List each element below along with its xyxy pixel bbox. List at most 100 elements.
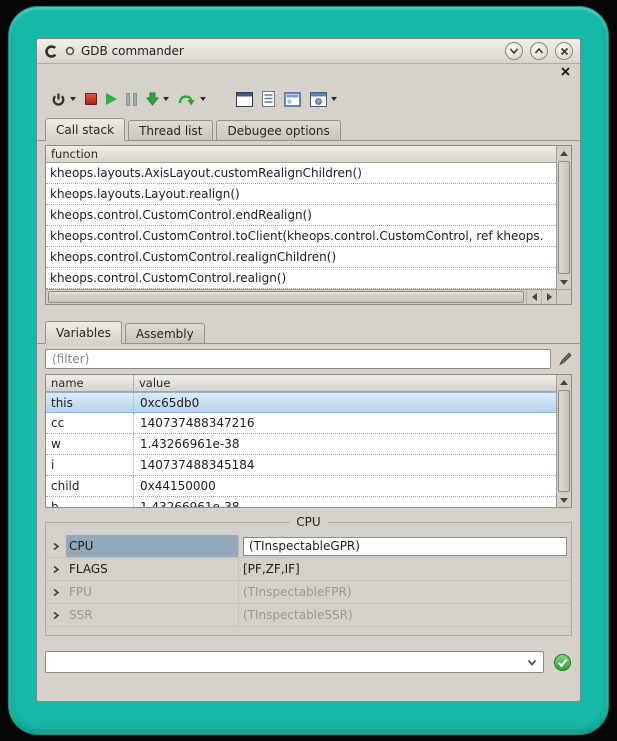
close-button[interactable] <box>555 42 573 60</box>
callstack-row[interactable]: kheops.control.CustomControl.realignChil… <box>46 247 556 268</box>
expander-icon[interactable] <box>46 535 66 557</box>
variable-row[interactable]: b 1.43266961e-38 <box>46 497 556 507</box>
step-over-button[interactable] <box>178 88 206 110</box>
variable-name: this <box>46 393 134 412</box>
expander-icon[interactable] <box>46 558 66 580</box>
combo-dropdown-button[interactable] <box>521 652 543 672</box>
scroll-thumb[interactable] <box>558 390 570 492</box>
variable-row[interactable]: child 0x44150000 <box>46 476 556 497</box>
callstack-row[interactable]: kheops.control.CustomControl.realign() <box>46 268 556 289</box>
curved-arrow-icon <box>178 92 196 107</box>
register-group-value: (TInspectableFPR) <box>238 581 571 603</box>
register-value-edit[interactable]: (TInspectableGPR) <box>243 537 567 556</box>
register-group-name[interactable]: FLAGS <box>66 558 238 580</box>
variable-value: 1.43266961e-38 <box>134 434 556 454</box>
variable-name: b <box>46 497 134 507</box>
callstack-row[interactable]: kheops.layouts.Layout.realign() <box>46 184 556 205</box>
dropdown-caret-icon[interactable] <box>331 97 337 101</box>
cpu-register-row[interactable]: SSR (TInspectableSSR) <box>46 604 571 627</box>
filter-input[interactable] <box>45 349 551 369</box>
callstack-row[interactable]: kheops.layouts.AxisLayout.customRealignC… <box>46 163 556 184</box>
scroll-left-button[interactable] <box>526 290 541 304</box>
variable-row[interactable]: i 140737488345184 <box>46 455 556 476</box>
tab-assembly[interactable]: Assembly <box>125 323 205 343</box>
tab-call-stack[interactable]: Call stack <box>45 118 125 141</box>
column-header-value: value <box>134 375 175 391</box>
register-group-name[interactable]: SSR <box>66 604 238 626</box>
command-combobox[interactable] <box>45 651 544 673</box>
scroll-up-button[interactable] <box>557 146 571 160</box>
stop-button[interactable] <box>85 88 97 110</box>
scroll-thumb[interactable] <box>558 161 570 274</box>
close-icon <box>561 67 570 76</box>
ok-button[interactable] <box>553 653 572 672</box>
scroll-right-button[interactable] <box>541 290 556 304</box>
arrow-up-icon <box>560 380 568 385</box>
expander-icon[interactable] <box>46 604 66 626</box>
step-button[interactable] <box>146 88 169 110</box>
chevron-down-icon <box>509 47 519 55</box>
blue-window-icon <box>284 92 301 107</box>
play-icon <box>106 93 117 105</box>
tab-thread-list[interactable]: Thread list <box>128 120 213 140</box>
register-group-name[interactable]: CPU <box>66 535 238 557</box>
debug-widget-button[interactable] <box>284 88 301 110</box>
titlebar-buttons <box>505 42 573 60</box>
variable-value: 0x44150000 <box>134 476 556 496</box>
scroll-down-button[interactable] <box>557 275 571 289</box>
vertical-scrollbar[interactable] <box>556 375 571 507</box>
tab-variables[interactable]: Variables <box>45 321 122 344</box>
frame-viewer-button[interactable] <box>236 88 253 110</box>
scroll-down-button[interactable] <box>557 493 571 507</box>
command-input[interactable] <box>46 655 521 669</box>
process-options-button[interactable] <box>310 88 337 110</box>
cpu-register-row[interactable]: FLAGS [PF,ZF,IF] <box>46 558 571 581</box>
panel-close-button[interactable] <box>559 65 571 77</box>
variable-row[interactable]: this 0xc65db0 <box>46 392 556 413</box>
clear-filter-button[interactable] <box>558 352 572 366</box>
pen-icon <box>558 352 572 366</box>
expander-icon[interactable] <box>46 581 66 603</box>
cpu-register-row[interactable]: FPU (TInspectableFPR) <box>46 581 571 604</box>
dropdown-caret-icon[interactable] <box>70 97 76 101</box>
window-gear-icon <box>310 92 327 107</box>
register-group-value: [PF,ZF,IF] <box>238 558 571 580</box>
pause-button[interactable] <box>126 88 137 110</box>
variable-row[interactable]: w 1.43266961e-38 <box>46 434 556 455</box>
arrow-down-icon <box>560 280 568 285</box>
shade-button[interactable] <box>505 42 523 60</box>
cpu-register-row[interactable]: CPU (TInspectableGPR) <box>46 535 571 558</box>
window-icon <box>236 92 253 107</box>
unshade-button[interactable] <box>530 42 548 60</box>
command-bar <box>45 651 572 673</box>
window-title: GDB commander <box>81 44 184 58</box>
callstack-grid: function kheops.layouts.AxisLayout.custo… <box>45 145 572 305</box>
scrollbar-corner <box>556 289 571 304</box>
dropdown-caret-icon[interactable] <box>163 97 169 101</box>
horizontal-scrollbar[interactable] <box>46 289 556 304</box>
pause-icon <box>126 93 137 106</box>
variable-name: i <box>46 455 134 475</box>
scroll-thumb[interactable] <box>48 291 524 303</box>
vertical-scrollbar[interactable] <box>556 146 571 289</box>
titlebar[interactable]: GDB commander <box>37 39 580 64</box>
callstack-header: function <box>46 146 556 163</box>
variable-value: 1.43266961e-38 <box>134 497 556 507</box>
output-list-button[interactable] <box>262 88 275 110</box>
register-group-name[interactable]: FPU <box>66 581 238 603</box>
column-header-name: name <box>46 375 134 391</box>
column-header-function: function <box>46 146 103 162</box>
chevron-down-icon <box>527 659 537 666</box>
register-group-value: (TInspectableSSR) <box>238 604 571 626</box>
callstack-row[interactable]: kheops.control.CustomControl.endRealign(… <box>46 205 556 226</box>
tab-debugee-options[interactable]: Debugee options <box>216 120 340 140</box>
callstack-row[interactable]: kheops.control.CustomControl.toClient(kh… <box>46 226 556 247</box>
power-button[interactable] <box>51 88 76 110</box>
dock-strip <box>37 64 580 80</box>
continue-button[interactable] <box>106 88 117 110</box>
dot-icon <box>65 46 75 56</box>
scroll-up-button[interactable] <box>557 375 571 389</box>
arrow-right-icon <box>547 293 552 301</box>
dropdown-caret-icon[interactable] <box>200 97 206 101</box>
variable-row[interactable]: cc 140737488347216 <box>46 413 556 434</box>
